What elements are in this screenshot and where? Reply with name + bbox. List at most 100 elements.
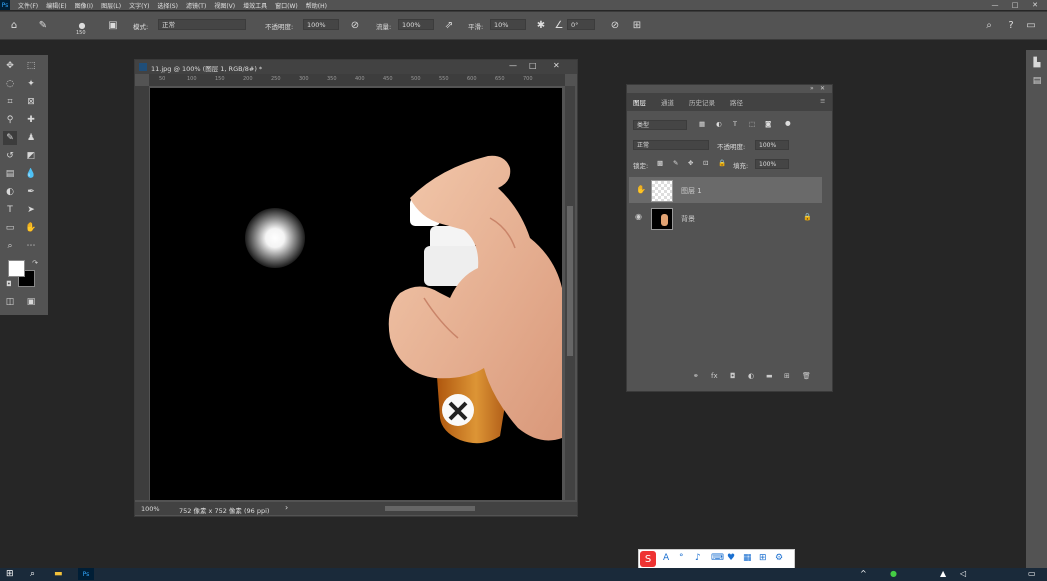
- tab-paths[interactable]: 路径: [730, 97, 743, 107]
- filter-shape-icon[interactable]: ⬚: [749, 120, 755, 128]
- filter-adjustment-icon[interactable]: ◐: [716, 120, 722, 128]
- crop-tool-icon[interactable]: ⌗: [3, 95, 17, 109]
- zoom-tool-icon[interactable]: ⌕: [3, 239, 17, 253]
- airbrush-icon[interactable]: ⇗: [442, 18, 456, 32]
- horizontal-scroll-thumb[interactable]: [385, 506, 475, 511]
- foreground-color-swatch[interactable]: [8, 260, 25, 277]
- pen-tool-icon[interactable]: ✒: [24, 185, 38, 199]
- delete-layer-icon[interactable]: 🗑: [802, 372, 811, 380]
- menu-view[interactable]: 视图(V): [214, 1, 235, 10]
- lock-all-icon[interactable]: 🔒: [718, 159, 726, 167]
- filter-pixel-icon[interactable]: ▦: [699, 120, 705, 128]
- layer-row[interactable]: ✋ 图层 1: [629, 177, 822, 203]
- maximize-button[interactable]: □: [1008, 0, 1022, 10]
- healing-brush-tool-icon[interactable]: ✚: [24, 113, 38, 127]
- layer-name[interactable]: 图层 1: [681, 186, 702, 196]
- taskbar-search-icon[interactable]: ⌕: [30, 569, 35, 579]
- quick-mask-icon[interactable]: ◫: [3, 295, 17, 309]
- volume-icon[interactable]: ◁: [960, 569, 966, 578]
- panel-collapse-icon[interactable]: »: [810, 85, 814, 92]
- hand-tool-icon[interactable]: ✋: [24, 221, 38, 235]
- ime-settings-icon[interactable]: ⚙: [775, 553, 783, 563]
- ime-voice-icon[interactable]: ♪: [695, 553, 701, 563]
- layer-filter-select[interactable]: 类型: [633, 120, 687, 130]
- ime-english-icon[interactable]: A: [663, 553, 669, 563]
- link-layers-icon[interactable]: ⚭: [693, 372, 699, 380]
- eyedropper-tool-icon[interactable]: ⚲: [3, 113, 17, 127]
- layer-style-icon[interactable]: fx: [711, 372, 718, 380]
- type-tool-icon[interactable]: T: [3, 203, 17, 217]
- menu-window[interactable]: 窗口(W): [275, 1, 298, 10]
- visibility-eye-icon[interactable]: ◉: [635, 212, 642, 221]
- learn-panel-icon[interactable]: ▙: [1030, 56, 1044, 70]
- zoom-level[interactable]: 100%: [141, 505, 160, 513]
- eraser-tool-icon[interactable]: ◩: [24, 149, 38, 163]
- tray-app-icon[interactable]: ●: [890, 569, 897, 578]
- lock-position-icon[interactable]: ✥: [688, 159, 693, 167]
- filter-type-icon[interactable]: T: [733, 120, 737, 128]
- smooth-field[interactable]: 10%: [490, 19, 526, 30]
- start-button-icon[interactable]: ⊞: [6, 569, 14, 579]
- notification-icon[interactable]: ▭: [1028, 569, 1036, 578]
- add-mask-icon[interactable]: ◘: [730, 372, 736, 380]
- search-icon[interactable]: ⌕: [982, 18, 996, 32]
- scroll-thumb[interactable]: [567, 206, 573, 356]
- brush-tool-icon[interactable]: ✎: [36, 18, 50, 32]
- symmetry-icon[interactable]: ⊞: [630, 18, 644, 32]
- ime-keyboard-icon[interactable]: ⌨: [711, 553, 724, 563]
- lock-pixels-icon[interactable]: ✎: [673, 159, 678, 167]
- menu-help[interactable]: 帮助(H): [306, 1, 327, 10]
- lasso-tool-icon[interactable]: ◌: [3, 77, 17, 91]
- tab-layers[interactable]: 图层: [633, 97, 646, 107]
- mode-select[interactable]: 正常: [158, 19, 246, 30]
- filter-toggle-icon[interactable]: ●: [785, 119, 791, 127]
- filter-smart-object-icon[interactable]: ◙: [765, 120, 771, 128]
- document-maximize-button[interactable]: □: [529, 61, 537, 70]
- comments-panel-icon[interactable]: ▤: [1030, 74, 1044, 88]
- more-tools-icon[interactable]: ⋯: [24, 239, 38, 253]
- menu-edit[interactable]: 编辑(E): [46, 1, 66, 10]
- menu-image[interactable]: 图像(I): [75, 1, 93, 10]
- panel-close-icon[interactable]: ✕: [820, 85, 825, 92]
- brush-tool-icon[interactable]: ✎: [3, 131, 17, 145]
- smoothing-options-icon[interactable]: ✱: [534, 18, 548, 32]
- ime-apps-icon[interactable]: ⊞: [759, 553, 767, 563]
- swap-colors-icon[interactable]: ↷: [28, 256, 42, 270]
- frame-tool-icon[interactable]: ⊠: [24, 95, 38, 109]
- screen-mode-icon[interactable]: ▣: [24, 295, 38, 309]
- group-icon[interactable]: ▬: [766, 372, 773, 380]
- panel-menu-icon[interactable]: ≡: [820, 97, 825, 105]
- brush-settings-icon[interactable]: ▣: [106, 18, 120, 32]
- clone-stamp-tool-icon[interactable]: ♟: [24, 131, 38, 145]
- opacity-pressure-icon[interactable]: ⊘: [348, 18, 362, 32]
- magic-wand-tool-icon[interactable]: ✦: [24, 77, 38, 91]
- home-icon[interactable]: ⌂: [7, 18, 21, 32]
- input-method-logo-icon[interactable]: S: [640, 551, 656, 567]
- document-minimize-button[interactable]: —: [509, 61, 517, 70]
- layer-row[interactable]: ◉ 背景 🔒: [629, 205, 822, 231]
- menu-filter[interactable]: 滤镜(T): [186, 1, 206, 10]
- tab-history[interactable]: 历史记录: [689, 97, 715, 107]
- menu-type[interactable]: 文字(Y): [129, 1, 149, 10]
- vertical-scrollbar[interactable]: [565, 86, 575, 500]
- tray-chevron-icon[interactable]: ^: [860, 569, 867, 578]
- size-pressure-icon[interactable]: ⊘: [608, 18, 622, 32]
- lock-artboard-icon[interactable]: ⊡: [703, 159, 708, 167]
- rectangle-tool-icon[interactable]: ▭: [3, 221, 17, 235]
- gradient-tool-icon[interactable]: ▤: [3, 167, 17, 181]
- angle-field[interactable]: 0°: [567, 19, 595, 30]
- file-explorer-icon[interactable]: ▬: [54, 569, 63, 579]
- lock-transparency-icon[interactable]: ▩: [657, 159, 663, 167]
- move-tool-icon[interactable]: ✥: [3, 59, 17, 73]
- menu-select[interactable]: 选择(S): [157, 1, 178, 10]
- menu-plugins[interactable]: 增效工具: [243, 1, 267, 10]
- document-close-button[interactable]: ✕: [553, 61, 560, 70]
- ime-punctuation-icon[interactable]: °: [679, 553, 684, 563]
- tab-channels[interactable]: 通道: [661, 97, 674, 107]
- blend-mode-select[interactable]: 正常: [633, 140, 709, 150]
- flow-field[interactable]: 100%: [398, 19, 434, 30]
- layer-name[interactable]: 背景: [681, 214, 695, 224]
- path-selection-tool-icon[interactable]: ➤: [24, 203, 38, 217]
- workspace-icon[interactable]: ▭: [1024, 18, 1038, 32]
- close-button[interactable]: ✕: [1028, 0, 1042, 10]
